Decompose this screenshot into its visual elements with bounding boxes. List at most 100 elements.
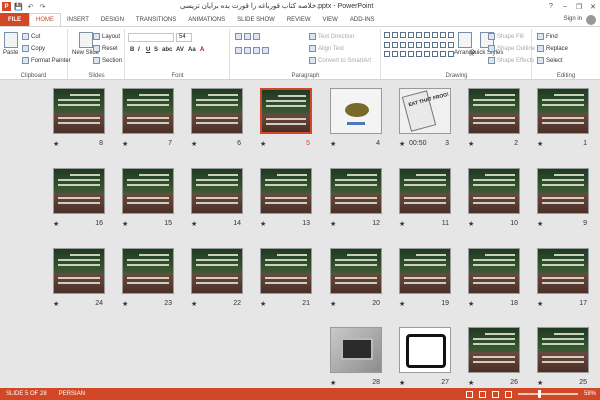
transition-star-icon[interactable]: ★ bbox=[53, 220, 59, 228]
tab-view[interactable]: VIEW bbox=[317, 13, 344, 26]
slide-thumbnail[interactable] bbox=[399, 168, 451, 214]
shape-outline-button[interactable]: Shape Outline bbox=[488, 45, 535, 52]
transition-star-icon[interactable]: ★ bbox=[53, 140, 59, 148]
shape-icon[interactable] bbox=[408, 51, 414, 58]
transition-star-icon[interactable]: ★ bbox=[330, 379, 336, 387]
format-painter-button[interactable]: Format Painter bbox=[22, 57, 71, 64]
reset-button[interactable]: Reset bbox=[93, 45, 118, 52]
transition-star-icon[interactable]: ★ bbox=[399, 300, 405, 308]
shape-icon[interactable] bbox=[400, 32, 406, 38]
slide-thumbnail[interactable] bbox=[260, 168, 312, 214]
slide-thumbnail[interactable] bbox=[468, 168, 520, 214]
shape-icon[interactable] bbox=[440, 32, 446, 38]
user-avatar[interactable] bbox=[586, 15, 596, 25]
transition-star-icon[interactable]: ★ bbox=[191, 220, 197, 228]
sign-in-link[interactable]: Sign in bbox=[564, 16, 582, 22]
slide-thumbnail[interactable] bbox=[122, 88, 174, 134]
shape-icon[interactable] bbox=[392, 51, 398, 58]
transition-star-icon[interactable]: ★ bbox=[468, 300, 474, 308]
slide-thumbnail[interactable] bbox=[537, 327, 589, 373]
shape-icon[interactable] bbox=[416, 32, 422, 38]
transition-star-icon[interactable]: ★ bbox=[468, 379, 474, 387]
slide-thumbnail[interactable] bbox=[330, 88, 382, 134]
shape-icon[interactable] bbox=[416, 41, 422, 48]
language-indicator[interactable]: PERSIAN bbox=[53, 391, 91, 397]
transition-star-icon[interactable]: ★ bbox=[399, 220, 405, 228]
slide-thumbnail[interactable] bbox=[468, 327, 520, 373]
shape-icon[interactable] bbox=[416, 51, 422, 58]
align-text-button[interactable]: Align Text bbox=[309, 45, 344, 52]
select-button[interactable]: Select bbox=[537, 57, 563, 64]
restore-button[interactable]: ❐ bbox=[572, 0, 586, 13]
transition-star-icon[interactable]: ★ bbox=[122, 300, 128, 308]
tab-file[interactable]: FILE bbox=[0, 13, 29, 26]
shape-icon[interactable] bbox=[432, 41, 438, 48]
tab-design[interactable]: DESIGN bbox=[95, 13, 130, 26]
transition-star-icon[interactable]: ★ bbox=[330, 140, 336, 148]
sorter-view-icon[interactable] bbox=[478, 390, 486, 398]
undo-icon[interactable]: ↶ bbox=[26, 2, 35, 11]
convert-smartart-button[interactable]: Convert to SmartArt bbox=[309, 57, 371, 64]
slide-thumbnail[interactable] bbox=[191, 168, 243, 214]
align-buttons[interactable] bbox=[235, 47, 269, 54]
slide-thumbnail[interactable] bbox=[260, 88, 312, 134]
slide-thumbnail[interactable] bbox=[122, 168, 174, 214]
shape-icon[interactable] bbox=[408, 32, 414, 38]
slide-thumbnail[interactable] bbox=[53, 248, 105, 294]
shape-icon[interactable] bbox=[432, 51, 438, 58]
zoom-slider-knob[interactable] bbox=[537, 390, 541, 398]
save-icon[interactable]: 💾 bbox=[14, 2, 23, 11]
slide-thumbnail[interactable] bbox=[399, 248, 451, 294]
close-button[interactable]: ✕ bbox=[586, 0, 600, 13]
zoom-slider[interactable] bbox=[517, 390, 578, 398]
slide-thumbnail[interactable] bbox=[53, 168, 105, 214]
slide-thumbnail[interactable] bbox=[122, 248, 174, 294]
shape-icon[interactable] bbox=[424, 51, 430, 58]
slide-thumbnail[interactable] bbox=[53, 88, 105, 134]
shape-icon[interactable] bbox=[440, 51, 446, 58]
tab-animations[interactable]: ANIMATIONS bbox=[182, 13, 231, 26]
transition-star-icon[interactable]: ★ bbox=[191, 300, 197, 308]
copy-button[interactable]: Copy bbox=[22, 45, 45, 52]
shape-effects-button[interactable]: Shape Effects bbox=[488, 57, 534, 64]
transition-star-icon[interactable]: ★ bbox=[330, 220, 336, 228]
powerpoint-app-icon[interactable]: P bbox=[2, 2, 11, 11]
transition-star-icon[interactable]: ★ bbox=[537, 140, 543, 148]
cut-button[interactable]: Cut bbox=[22, 33, 40, 40]
shape-icon[interactable] bbox=[424, 32, 430, 38]
font-name-box[interactable] bbox=[128, 33, 174, 42]
transition-star-icon[interactable]: ★ bbox=[537, 379, 543, 387]
shapes-gallery[interactable] bbox=[384, 32, 454, 60]
slide-thumbnail[interactable] bbox=[537, 88, 589, 134]
zoom-level[interactable]: 58% bbox=[584, 391, 596, 397]
bullets-button[interactable] bbox=[235, 33, 260, 40]
slide-thumbnail[interactable] bbox=[260, 248, 312, 294]
bold-button[interactable]: B bbox=[130, 47, 134, 53]
transition-star-icon[interactable]: ★ bbox=[468, 220, 474, 228]
char-spacing-button[interactable]: AV bbox=[176, 47, 184, 53]
tab-insert[interactable]: INSERT bbox=[61, 13, 95, 26]
slide-thumbnail[interactable] bbox=[537, 168, 589, 214]
transition-star-icon[interactable]: ★ bbox=[260, 220, 266, 228]
underline-button[interactable]: U bbox=[146, 47, 150, 53]
strikethrough-button[interactable]: S bbox=[154, 47, 158, 53]
layout-button[interactable]: Layout bbox=[93, 33, 120, 40]
shape-icon[interactable] bbox=[400, 41, 406, 48]
slide-thumbnail[interactable] bbox=[468, 248, 520, 294]
slide-thumbnail[interactable] bbox=[330, 327, 382, 373]
font-color-button[interactable]: A bbox=[200, 47, 204, 53]
transition-star-icon[interactable]: ★ bbox=[122, 220, 128, 228]
tab-add-ins[interactable]: ADD-INS bbox=[344, 13, 381, 26]
shadow-button[interactable]: abc bbox=[162, 47, 172, 53]
slide-thumbnail[interactable]: EAT THAT FROG! bbox=[399, 88, 451, 134]
minimize-button[interactable]: – bbox=[558, 0, 572, 13]
shape-icon[interactable] bbox=[424, 41, 430, 48]
tab-transitions[interactable]: TRANSITIONS bbox=[130, 13, 182, 26]
slide-thumbnail[interactable] bbox=[191, 248, 243, 294]
slide-thumbnail[interactable] bbox=[330, 248, 382, 294]
replace-button[interactable]: Replace bbox=[537, 45, 568, 52]
slide-thumbnail[interactable] bbox=[537, 248, 589, 294]
shape-icon[interactable] bbox=[408, 41, 414, 48]
slide-thumbnail[interactable] bbox=[191, 88, 243, 134]
paste-button[interactable]: Paste bbox=[3, 32, 18, 56]
